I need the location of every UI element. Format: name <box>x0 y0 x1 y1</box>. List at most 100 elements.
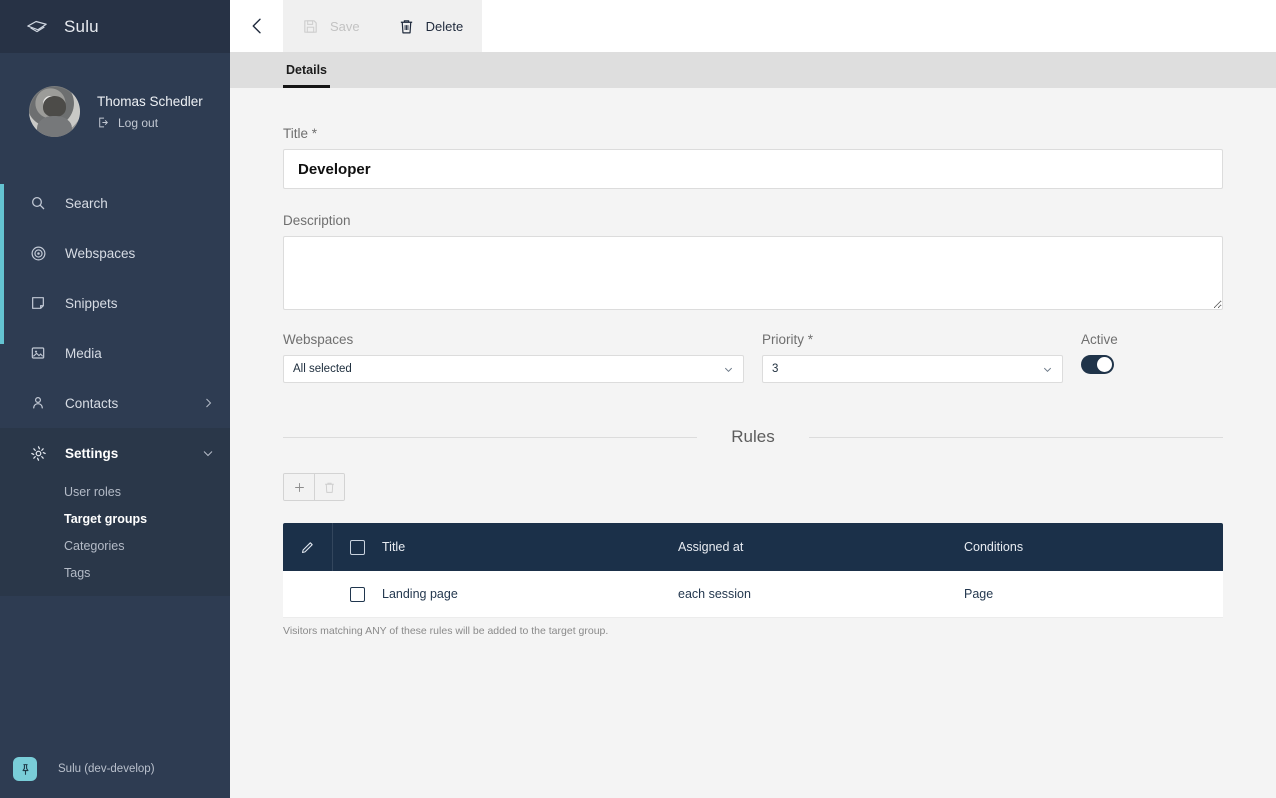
sidebar-item-tags[interactable]: Tags <box>0 559 230 586</box>
sidebar-item-target-groups[interactable]: Target groups <box>0 505 230 532</box>
avatar <box>29 86 80 137</box>
sidebar-item-categories[interactable]: Categories <box>0 532 230 559</box>
toggle-knob <box>1097 357 1112 372</box>
trash-icon <box>398 18 415 35</box>
chevron-down-icon <box>1042 364 1053 375</box>
person-icon <box>29 394 47 412</box>
description-textarea[interactable] <box>283 236 1223 310</box>
trash-icon <box>323 481 336 494</box>
sidebar-item-contacts[interactable]: Contacts <box>0 378 230 428</box>
sidebar-nav: Search Webspaces Snippets Media <box>0 170 230 740</box>
sidebar-subitem-label: Target groups <box>64 512 147 526</box>
cell-conditions: Page <box>964 585 1223 603</box>
logout-label: Log out <box>118 116 158 130</box>
sidebar-item-label: Search <box>65 196 214 211</box>
sidebar-item-label: Settings <box>65 446 184 461</box>
active-toggle[interactable] <box>1081 355 1114 374</box>
save-button[interactable]: Save <box>283 0 379 52</box>
chevron-down-icon[interactable] <box>202 447 214 459</box>
form-content: Title * Description Webspaces All select… <box>230 88 1276 798</box>
app-root: Sulu Thomas Schedler Log out <box>0 0 1276 798</box>
user-block: Thomas Schedler Log out <box>0 53 230 170</box>
sidebar: Sulu Thomas Schedler Log out <box>0 0 230 798</box>
column-label: Assigned at <box>678 540 743 554</box>
image-icon <box>29 344 47 362</box>
description-label: Description <box>283 213 1223 228</box>
sidebar-item-search[interactable]: Search <box>0 178 230 228</box>
description-field-group: Description <box>283 189 1223 310</box>
rules-button-group <box>283 473 345 501</box>
cell-value: each session <box>678 587 751 601</box>
webspaces-select[interactable]: All selected <box>283 355 744 383</box>
pin-icon <box>19 763 32 776</box>
tab-label: Details <box>286 63 327 77</box>
priority-label: Priority * <box>762 332 1063 347</box>
brand-header[interactable]: Sulu <box>0 0 230 53</box>
add-rule-button[interactable] <box>284 474 314 500</box>
cell-value: Page <box>964 587 993 601</box>
sidebar-item-label: Webspaces <box>65 246 214 261</box>
sidebar-footer: Sulu (dev-develop) <box>0 740 230 798</box>
priority-select[interactable]: 3 <box>762 355 1063 383</box>
divider-line-right <box>809 437 1223 438</box>
priority-value: 3 <box>772 363 1042 375</box>
sidebar-item-media[interactable]: Media <box>0 328 230 378</box>
cell-assigned-at: each session <box>678 585 964 603</box>
logout-icon <box>97 116 110 129</box>
pencil-icon <box>300 540 315 555</box>
tab-details[interactable]: Details <box>283 52 330 88</box>
priority-field-group: Priority * 3 <box>762 332 1063 383</box>
plus-icon <box>293 481 306 494</box>
toolbar-actions: Save Delete <box>283 0 482 52</box>
cell-value: Landing page <box>382 587 458 601</box>
delete-button[interactable]: Delete <box>379 0 483 52</box>
column-header-title[interactable]: Title <box>382 538 678 556</box>
rules-section-divider: Rules <box>283 427 1223 447</box>
delete-label: Delete <box>426 19 464 34</box>
back-button[interactable] <box>230 0 283 52</box>
title-input[interactable] <box>283 149 1223 189</box>
user-name: Thomas Schedler <box>97 94 203 109</box>
chevron-left-icon <box>248 17 266 35</box>
sidebar-item-label: Snippets <box>65 296 214 311</box>
column-label: Title <box>382 540 405 554</box>
divider-line-left <box>283 437 697 438</box>
rules-footnote: Visitors matching ANY of these rules wil… <box>283 625 1223 637</box>
column-header-conditions[interactable]: Conditions <box>964 538 1223 556</box>
sidebar-item-user-roles[interactable]: User roles <box>0 478 230 505</box>
sidebar-item-label: Contacts <box>65 396 184 411</box>
rules-table: Title Assigned at Conditions Land <box>283 523 1223 618</box>
sidebar-item-snippets[interactable]: Snippets <box>0 278 230 328</box>
logout-button[interactable]: Log out <box>97 116 203 130</box>
active-field-group: Active <box>1081 332 1118 374</box>
edit-column-button[interactable] <box>283 523 333 571</box>
tab-bar: Details <box>230 52 1276 88</box>
sidebar-subitem-label: Categories <box>64 539 124 553</box>
delete-rule-button[interactable] <box>314 474 344 500</box>
select-all-checkbox[interactable] <box>350 540 365 555</box>
main-area: Save Delete Details Ti <box>230 0 1276 798</box>
column-header-assigned-at[interactable]: Assigned at <box>678 538 964 556</box>
select-all-cell <box>333 540 382 555</box>
row-select-cell <box>333 587 382 602</box>
sidebar-item-settings[interactable]: Settings <box>0 428 230 478</box>
sidebar-item-webspaces[interactable]: Webspaces <box>0 228 230 278</box>
settings-row: Webspaces All selected Priority * 3 Acti… <box>283 310 1223 383</box>
brand-name: Sulu <box>64 17 99 37</box>
title-label: Title * <box>283 126 1223 141</box>
row-checkbox[interactable] <box>350 587 365 602</box>
save-label: Save <box>330 19 360 34</box>
chevron-right-icon[interactable] <box>202 397 214 409</box>
search-icon <box>29 194 47 212</box>
table-header-row: Title Assigned at Conditions <box>283 523 1223 571</box>
webspaces-value: All selected <box>293 363 723 375</box>
pin-button[interactable] <box>13 757 37 781</box>
sidebar-subitem-label: Tags <box>64 566 90 580</box>
target-icon <box>29 244 47 262</box>
active-label: Active <box>1081 332 1118 347</box>
table-row[interactable]: Landing page each session Page <box>283 571 1223 618</box>
webspaces-field-group: Webspaces All selected <box>283 332 744 383</box>
snippet-icon <box>29 294 47 312</box>
cell-title: Landing page <box>382 585 678 603</box>
version-label: Sulu (dev-develop) <box>58 763 155 775</box>
